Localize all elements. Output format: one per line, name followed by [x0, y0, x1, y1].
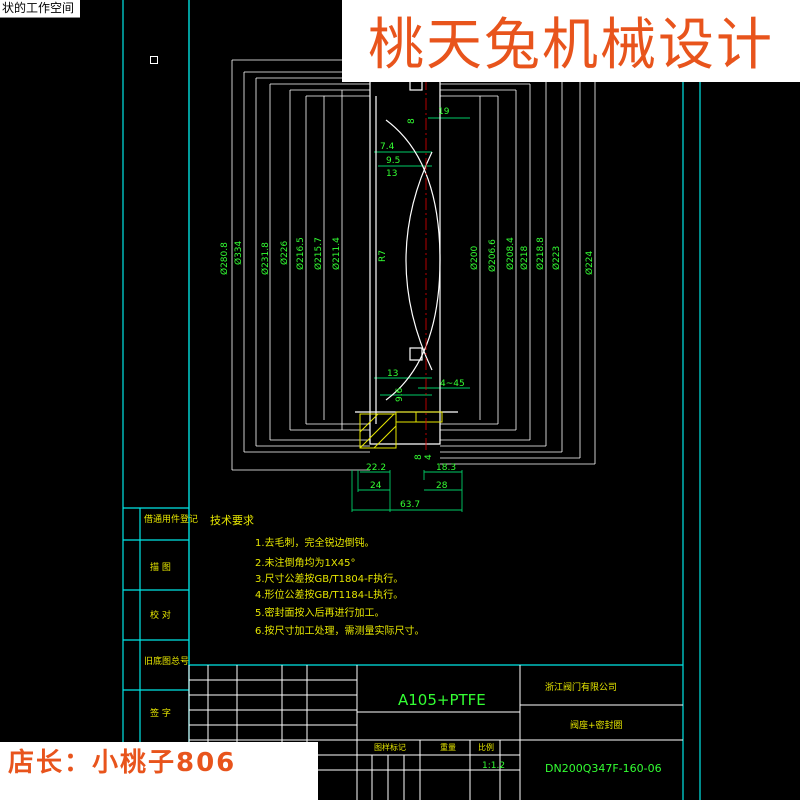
- company: 浙江阀门有限公司: [545, 681, 617, 693]
- cad-canvas[interactable]: Ø334 Ø231.8 Ø226 Ø216.5 Ø215.7 Ø211.4 Ø2…: [0, 0, 800, 800]
- dim-bottom-6: 4: [424, 454, 434, 460]
- left-table-item: 旧底图总号: [144, 655, 189, 667]
- dim-mid-2: 13: [386, 169, 397, 179]
- dim-left-1: Ø231.8: [260, 242, 271, 275]
- dim-right-0: Ø200: [469, 245, 480, 270]
- tech-item: 2.未注倒角均为1X45°: [255, 556, 355, 569]
- owner-watermark: 店长：小桃子806: [0, 742, 318, 800]
- tech-title: 技术要求: [210, 514, 254, 527]
- dim-right-6: Ø224: [584, 250, 595, 275]
- dim-right-3: Ø218: [519, 245, 530, 270]
- material: A105+PTFE: [398, 691, 486, 709]
- dim-bottom-1: 24: [370, 481, 382, 491]
- dim-radius: R7: [378, 250, 388, 262]
- left-table-item: 描 图: [150, 561, 171, 573]
- dim-top-1: 8: [407, 118, 417, 124]
- dim-right-1: Ø206.6: [487, 239, 498, 272]
- dimension-labels: Ø334 Ø231.8 Ø226 Ø216.5 Ø215.7 Ø211.4 Ø2…: [219, 107, 595, 510]
- dim-left-3: Ø216.5: [295, 237, 306, 270]
- stage-label: 图样标记: [374, 742, 406, 752]
- tech-item: 4.形位公差按GB/T1184-L执行。: [255, 588, 403, 601]
- dim-bottom-2: 18.3: [436, 463, 456, 473]
- viewport-marker-icon: [150, 56, 158, 64]
- dim-mid-1: 9.5: [386, 156, 400, 166]
- dim-bottom-small-2: 4~45: [440, 379, 465, 389]
- dim-right-4: Ø218.8: [535, 237, 546, 270]
- dim-mid-0: 7.4: [380, 142, 395, 152]
- scale-label: 比例: [478, 742, 494, 752]
- dim-left-extra-0: Ø280.8: [219, 242, 230, 275]
- tech-item: 5.密封面按入后再进行加工。: [255, 606, 385, 619]
- dim-bottom-5: 8: [414, 454, 424, 460]
- dim-right-5: Ø223: [551, 246, 562, 270]
- dim-left-4: Ø215.7: [313, 237, 324, 270]
- part-name: 阀座+密封圈: [570, 719, 623, 731]
- dim-left-2: Ø226: [279, 240, 290, 265]
- tech-item: 3.尺寸公差按GB/T1804-F执行。: [255, 572, 403, 585]
- dim-left-0: Ø334: [233, 240, 244, 265]
- owner-text: 店长：小桃子806: [8, 748, 237, 778]
- seat-section-outline: [355, 77, 458, 445]
- left-table-item: 签 字: [150, 707, 171, 719]
- dim-bottom-small-0: 13: [387, 369, 398, 379]
- title-block-text: A105+PTFE 浙江阀门有限公司 阀座+密封圈 DN200Q347F-160…: [374, 681, 662, 775]
- dim-top-0: 19: [438, 107, 450, 117]
- dim-left-5: Ø211.4: [331, 237, 342, 270]
- dim-bottom-3: 28: [436, 481, 448, 491]
- tech-item: 6.按尺寸加工处理，需测量实际尺寸。: [255, 624, 425, 637]
- dim-right-2: Ø208.4: [505, 237, 516, 270]
- scale-value: 1:1.2: [482, 761, 505, 771]
- dim-bottom-0: 22.2: [366, 463, 386, 473]
- drawing-no: DN200Q347F-160-06: [545, 762, 662, 775]
- dim-bottom-small-1: 9.6: [395, 387, 405, 402]
- weight-label: 重量: [440, 742, 456, 752]
- tech-requirements: 技术要求 1.去毛刺，完全锐边倒钝。 2.未注倒角均为1X45° 3.尺寸公差按…: [210, 514, 425, 637]
- workspace-tab-label[interactable]: 状的工作空间: [0, 0, 80, 18]
- dim-bottom-4: 63.7: [400, 500, 420, 510]
- left-table-labels: 借通用件登记 描 图 校 对 旧底图总号 签 字: [144, 513, 198, 719]
- left-table-item: 借通用件登记: [144, 513, 198, 525]
- banner-text: 桃天兔机械设计: [368, 13, 774, 78]
- left-table-item: 校 对: [150, 609, 171, 621]
- tech-item: 1.去毛刺，完全锐边倒钝。: [255, 536, 375, 549]
- watermark-banner: 桃天兔机械设计: [342, 0, 800, 82]
- hatch-areas: [359, 411, 443, 449]
